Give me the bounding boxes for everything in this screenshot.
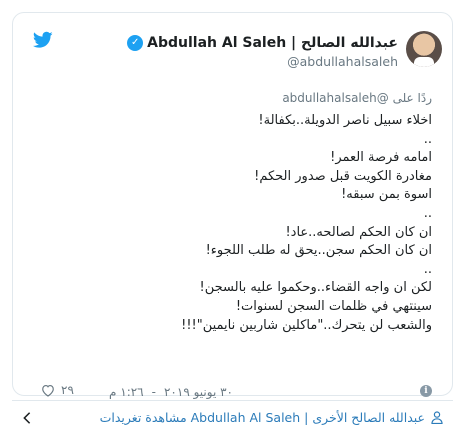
like-count: ٢٩ [61, 383, 74, 397]
verified-badge-icon: ✓ [127, 35, 144, 51]
tweet-line: لكن ان واجه القضاء..وحكموا عليه بالسجن! [199, 280, 432, 296]
tweet-line: ان كان الحكم لصالحه..عاد! [285, 224, 432, 240]
tweet-timestamp[interactable]: ١:٢٦ م - ٣٠ يونيو ٢٠١٩ [109, 383, 233, 401]
person-icon [431, 411, 443, 424]
tweet-line: والشعب لن يتحرك.."ماكلين شاربين نايمين"!… [181, 317, 432, 333]
tweet-line: .. [423, 131, 432, 147]
author-handle[interactable]: @abdullahalsaleh [287, 54, 398, 69]
timestamp-separator: - [151, 385, 156, 399]
author-name[interactable]: Abdullah Al Saleh | عبدالله الصالح [147, 35, 398, 51]
reply-to-label[interactable]: ردًا على @abdullahalsaleh [282, 91, 432, 105]
avatar[interactable] [406, 31, 442, 67]
view-more-label[interactable]: مشاهدة تغريدات Abdullah Al Saleh | عبدال… [100, 410, 425, 425]
embedded-tweet-card: Abdullah Al Saleh | عبدالله الصالح ✓ @ab… [12, 12, 453, 399]
tweet-line: مغادرة الكويت قبل صدور الحكم! [254, 168, 432, 184]
view-more-bar[interactable]: مشاهدة تغريدات Abdullah Al Saleh | عبدال… [12, 400, 453, 434]
tweet-date[interactable]: ٣٠ يونيو ٢٠١٩ [164, 385, 233, 399]
tweet-line: .. [423, 261, 432, 277]
tweet-line: سينتهي في ظلمات السجن لسنوات! [235, 298, 432, 314]
twitter-bird-icon[interactable] [33, 31, 53, 49]
like-button[interactable]: ٢٩ [41, 383, 74, 397]
tweet-line: اخلاء سبيل ناصر الدويلة..بكفالة! [258, 113, 432, 128]
tweet-line: اسوة بمن سبقه! [341, 187, 432, 203]
author-name-row[interactable]: Abdullah Al Saleh | عبدالله الصالح ✓ [127, 33, 398, 53]
tweet-text: اخلاء سبيل ناصر الدويلة..بكفالة! .. امام… [22, 112, 432, 335]
tweet-line: ان كان الحكم سجن..يحق له طلب اللجوء! [205, 243, 432, 259]
tweet-line: امامه فرصة العمر! [330, 150, 432, 166]
view-more-tweets-link[interactable]: مشاهدة تغريدات Abdullah Al Saleh | عبدال… [100, 410, 443, 425]
info-icon[interactable]: i [420, 385, 432, 397]
tweet-time[interactable]: ١:٢٦ م [109, 385, 144, 399]
heart-icon [42, 384, 54, 397]
chevron-left-icon[interactable] [22, 411, 32, 425]
tweet-line: .. [423, 205, 432, 221]
